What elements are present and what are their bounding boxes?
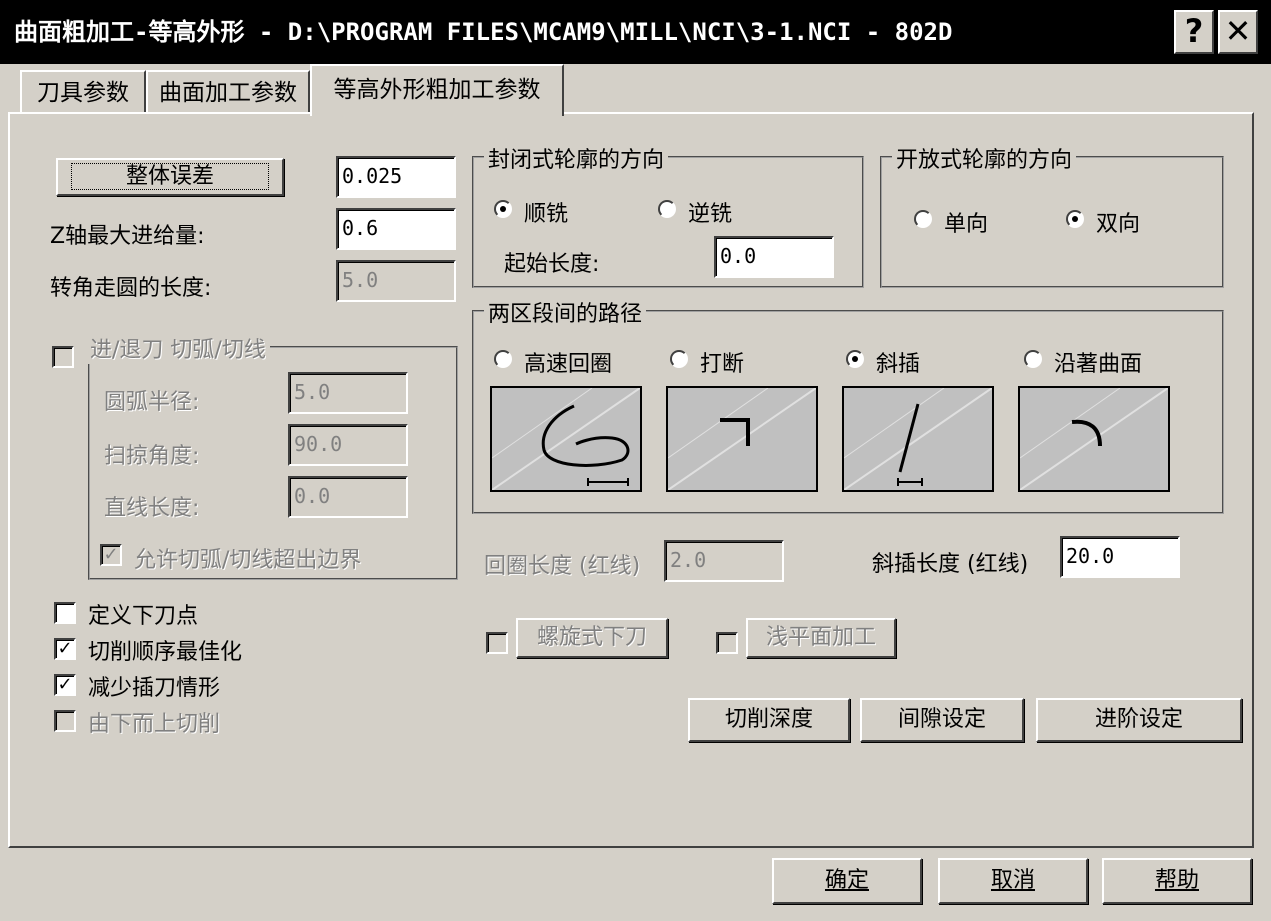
ok-button[interactable]: 确定 xyxy=(772,858,922,904)
corner-round-field[interactable]: 5.0 xyxy=(336,260,456,302)
break-preview[interactable] xyxy=(666,386,818,492)
bottom-up-label: 由下而上切削 xyxy=(88,712,221,737)
ramp-preview[interactable] xyxy=(842,386,994,492)
gap-settings-button[interactable]: 间隙设定 xyxy=(860,698,1024,742)
window-title: 曲面粗加工-等高外形 - D:\PROGRAM FILES\MCAM9\MILL… xyxy=(14,18,953,46)
open-contour-group xyxy=(880,156,1224,288)
helix-entry-button[interactable]: 螺旋式下刀 xyxy=(516,618,668,658)
high-speed-loop-radio[interactable] xyxy=(494,350,512,368)
tab-tool-params[interactable]: 刀具参数 xyxy=(20,70,146,112)
transition-title: 两区段间的路径 xyxy=(484,296,647,328)
z-max-step-field[interactable]: 0.6 xyxy=(336,208,456,250)
define-entry-point-checkbox[interactable] xyxy=(54,602,76,624)
cancel-button[interactable]: 取消 xyxy=(938,858,1088,904)
loop-length-field[interactable]: 2.0 xyxy=(664,540,784,582)
optimize-order-label: 切削顺序最佳化 xyxy=(88,640,243,665)
break-label: 打断 xyxy=(700,352,745,377)
arc-radius-field[interactable]: 5.0 xyxy=(288,372,408,414)
overall-tolerance-label: 整体误差 xyxy=(70,163,269,190)
bottom-up-checkbox[interactable] xyxy=(54,710,76,732)
line-length-label: 直线长度: xyxy=(104,496,200,521)
high-speed-loop-preview[interactable] xyxy=(490,386,642,492)
loop-length-label: 回圈长度 (红线) xyxy=(484,554,641,579)
cut-depth-button[interactable]: 切削深度 xyxy=(688,698,850,742)
two-way-label: 双向 xyxy=(1096,212,1141,237)
open-contour-title: 开放式轮廓的方向 xyxy=(892,142,1077,174)
entry-exit-checkbox[interactable] xyxy=(52,346,74,368)
optimize-order-checkbox[interactable]: ✓ xyxy=(54,638,76,660)
allow-exceed-checkbox[interactable]: ✓ xyxy=(100,544,122,566)
line-length-field[interactable]: 0.0 xyxy=(288,476,408,518)
start-length-field[interactable]: 0.0 xyxy=(714,236,834,278)
reduce-plunge-checkbox[interactable]: ✓ xyxy=(54,674,76,696)
sweep-angle-field[interactable]: 90.0 xyxy=(288,424,408,466)
arc-radius-label: 圆弧半径: xyxy=(104,390,200,415)
tab-contour-rough-params[interactable]: 等高外形粗加工参数 xyxy=(310,64,564,116)
ramp-radio[interactable] xyxy=(846,350,864,368)
tab-surface-params[interactable]: 曲面加工参数 xyxy=(146,70,310,112)
high-speed-loop-label: 高速回圈 xyxy=(524,352,613,377)
ramp-label: 斜插 xyxy=(876,352,921,377)
climb-label: 顺铣 xyxy=(524,202,569,227)
follow-surface-radio[interactable] xyxy=(1024,350,1042,368)
shallow-flat-checkbox[interactable] xyxy=(716,632,738,654)
allow-exceed-label: 允许切弧/切线超出边界 xyxy=(134,548,362,573)
corner-round-label: 转角走圆的长度: xyxy=(50,276,212,301)
closed-contour-title: 封闭式轮廓的方向 xyxy=(484,142,669,174)
overall-tolerance-button[interactable]: 整体误差 xyxy=(56,158,284,196)
follow-surface-label: 沿著曲面 xyxy=(1054,352,1143,377)
overall-tolerance-field[interactable]: 0.025 xyxy=(336,156,456,198)
one-way-label: 单向 xyxy=(944,212,989,237)
ramp-length-label: 斜插长度 (红线) xyxy=(872,552,1029,577)
advanced-settings-button[interactable]: 进阶设定 xyxy=(1036,698,1242,742)
close-icon[interactable]: ✕ xyxy=(1218,10,1258,54)
help-icon[interactable]: ? xyxy=(1174,10,1214,54)
helix-entry-checkbox[interactable] xyxy=(486,632,508,654)
sweep-angle-label: 扫掠角度: xyxy=(104,444,200,469)
z-max-step-label: Z轴最大进给量: xyxy=(50,224,205,249)
two-way-radio[interactable] xyxy=(1066,210,1084,228)
ramp-length-field[interactable]: 20.0 xyxy=(1060,536,1180,578)
define-entry-point-label: 定义下刀点 xyxy=(88,604,199,629)
reduce-plunge-label: 减少插刀情形 xyxy=(88,676,221,701)
break-radio[interactable] xyxy=(670,350,688,368)
entry-exit-group-title: 进/退刀 切弧/切线 xyxy=(86,332,270,364)
conventional-radio[interactable] xyxy=(658,200,676,218)
shallow-flat-button[interactable]: 浅平面加工 xyxy=(746,618,896,658)
conventional-label: 逆铣 xyxy=(688,202,733,227)
follow-surface-preview[interactable] xyxy=(1018,386,1170,492)
start-length-label: 起始长度: xyxy=(504,252,600,277)
one-way-radio[interactable] xyxy=(914,210,932,228)
help-button[interactable]: 帮助 xyxy=(1102,858,1252,904)
climb-radio[interactable] xyxy=(494,200,512,218)
